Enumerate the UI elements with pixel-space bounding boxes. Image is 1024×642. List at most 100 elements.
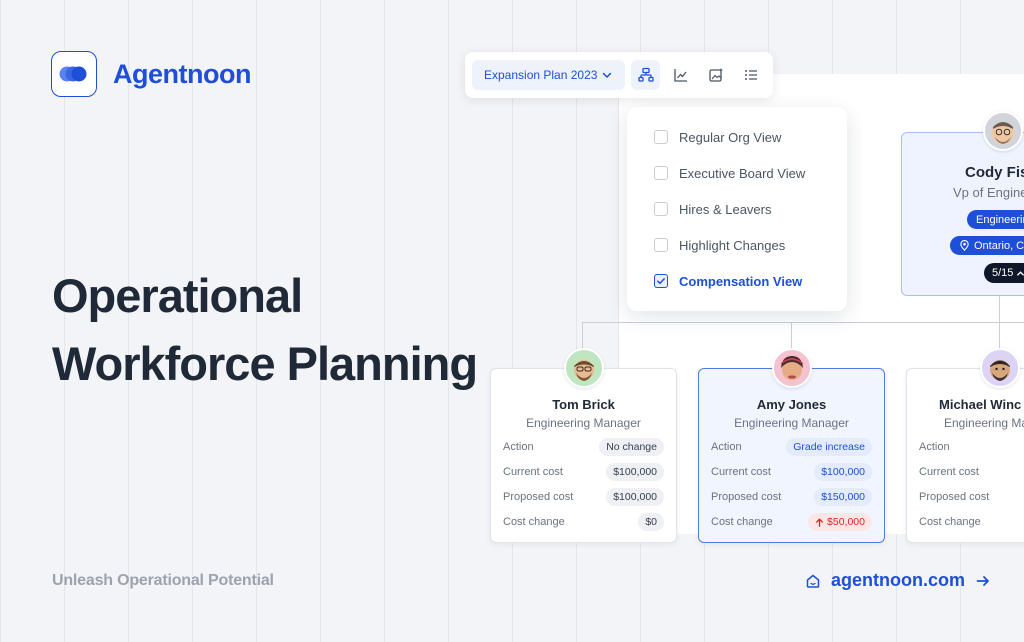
view-option-regular-org[interactable]: Regular Org View bbox=[627, 119, 847, 155]
location-badge: Ontario, Ca bbox=[950, 236, 1024, 255]
employee-name: Cody Fis bbox=[965, 164, 1024, 181]
proposed-cost-row: Proposed cost $150,000 bbox=[711, 487, 872, 507]
view-option-compensation[interactable]: Compensation View bbox=[627, 263, 847, 299]
site-link[interactable]: agentnoon.com bbox=[805, 570, 991, 591]
connector bbox=[582, 322, 1024, 323]
org-chart-icon bbox=[637, 67, 654, 82]
list-icon bbox=[745, 70, 758, 80]
employee-name: Michael Winc bbox=[939, 397, 1022, 412]
employee-name: Amy Jones bbox=[756, 397, 827, 412]
analytics-button[interactable] bbox=[666, 60, 695, 90]
employee-name: Tom Brick bbox=[552, 397, 615, 412]
action-row: Action No change bbox=[503, 437, 664, 457]
org-card-employee[interactable]: Tom Brick Engineering Manager Action No … bbox=[490, 368, 677, 543]
cost-value: $150,000 bbox=[814, 488, 872, 506]
headline: Operational Workforce Planning bbox=[52, 262, 478, 398]
sparkle-image-icon bbox=[709, 68, 724, 82]
cost-value: $50,000 bbox=[827, 516, 865, 528]
row-label: Action bbox=[919, 441, 950, 453]
avatar-memoji-icon bbox=[574, 360, 594, 381]
cost-value: $100,000 bbox=[606, 488, 664, 506]
proposed-cost-row: Proposed cost $ bbox=[919, 487, 1024, 507]
cost-value: $0 bbox=[638, 513, 664, 531]
brand: Agentnoon bbox=[51, 51, 251, 97]
org-card-employee[interactable]: Michael Winc Engineering Ma Action Curre… bbox=[906, 368, 1024, 543]
row-label: Current cost bbox=[919, 466, 979, 478]
view-option-executive-board[interactable]: Executive Board View bbox=[627, 155, 847, 191]
row-label: Cost change bbox=[919, 516, 981, 528]
view-option-hires-leavers[interactable]: Hires & Leavers bbox=[627, 191, 847, 227]
location-pin-icon bbox=[960, 240, 969, 251]
avatar bbox=[564, 348, 604, 388]
reports-counter-label: 5/15 bbox=[992, 267, 1014, 279]
avatar-memoji-icon bbox=[992, 122, 1014, 144]
employee-title: Engineering Manager bbox=[734, 416, 849, 430]
toolbar: Expansion Plan 2023 bbox=[465, 52, 773, 98]
cost-change-row: Cost change bbox=[919, 512, 1024, 532]
brand-name: Agentnoon bbox=[113, 58, 251, 89]
checkbox[interactable] bbox=[654, 202, 668, 216]
row-label: Proposed cost bbox=[711, 491, 782, 503]
org-card-executive[interactable]: Cody Fis Vp of Engine Engineerin Ontario… bbox=[901, 132, 1024, 296]
view-option-label: Hires & Leavers bbox=[679, 201, 772, 217]
avatar-memoji-icon bbox=[990, 360, 1010, 381]
row-label: Proposed cost bbox=[503, 491, 574, 503]
cost-change-badge: $50,000 bbox=[808, 513, 872, 531]
line-chart-icon bbox=[674, 69, 687, 82]
avatar bbox=[772, 348, 812, 388]
logo-icon bbox=[59, 66, 87, 82]
plan-select[interactable]: Expansion Plan 2023 bbox=[472, 60, 625, 90]
avatar bbox=[983, 111, 1023, 151]
current-cost-row: Current cost bbox=[919, 462, 1024, 482]
action-badge: Grade increase bbox=[786, 438, 872, 456]
headline-line-2: Workforce Planning bbox=[52, 337, 478, 390]
chevron-down-icon bbox=[602, 72, 612, 78]
arrow-right-icon bbox=[976, 575, 989, 586]
home-icon bbox=[806, 574, 820, 588]
current-cost-row: Current cost $100,000 bbox=[503, 462, 664, 482]
checkmark-icon bbox=[657, 278, 665, 285]
checkbox[interactable] bbox=[654, 166, 668, 180]
checkbox[interactable] bbox=[654, 130, 668, 144]
list-view-button[interactable] bbox=[737, 60, 766, 90]
view-option-highlight-changes[interactable]: Highlight Changes bbox=[627, 227, 847, 263]
avatar-memoji-icon bbox=[780, 356, 804, 380]
connector bbox=[999, 296, 1000, 352]
cost-change-row: Cost change $50,000 bbox=[711, 512, 872, 532]
scenario-button[interactable] bbox=[701, 60, 730, 90]
row-label: Cost change bbox=[503, 516, 565, 528]
headline-line-1: Operational bbox=[52, 269, 303, 322]
checkbox[interactable] bbox=[654, 238, 668, 252]
row-label: Current cost bbox=[711, 466, 771, 478]
chevron-up-icon bbox=[1017, 270, 1024, 276]
view-option-label: Executive Board View bbox=[679, 165, 806, 181]
plan-select-value: Expansion Plan 2023 bbox=[484, 68, 598, 82]
view-option-label: Compensation View bbox=[679, 273, 803, 289]
avatar bbox=[980, 348, 1020, 388]
org-card-employee-selected[interactable]: Amy Jones Engineering Manager Action Gra… bbox=[698, 368, 885, 543]
employee-title: Engineering Manager bbox=[526, 416, 641, 430]
action-badge: No change bbox=[599, 438, 664, 456]
cost-value: $100,000 bbox=[606, 463, 664, 481]
checkbox-checked[interactable] bbox=[654, 274, 668, 288]
current-cost-row: Current cost $100,000 bbox=[711, 462, 872, 482]
action-row: Action Grade increase bbox=[711, 437, 872, 457]
row-label: Cost change bbox=[711, 516, 773, 528]
view-option-label: Regular Org View bbox=[679, 129, 782, 145]
org-chart-button[interactable] bbox=[630, 60, 661, 90]
action-row: Action bbox=[919, 437, 1024, 457]
logo bbox=[51, 51, 97, 97]
department-badge: Engineerin bbox=[967, 210, 1024, 229]
proposed-cost-row: Proposed cost $100,000 bbox=[503, 487, 664, 507]
department-label: Engineerin bbox=[976, 213, 1024, 226]
reports-counter[interactable]: 5/15 bbox=[984, 263, 1024, 283]
row-label: Current cost bbox=[503, 466, 563, 478]
tagline: Unleash Operational Potential bbox=[52, 572, 274, 589]
location-label: Ontario, Ca bbox=[974, 239, 1024, 252]
row-label: Proposed cost bbox=[919, 491, 990, 503]
view-menu: Regular Org View Executive Board View Hi… bbox=[627, 107, 847, 311]
site-url: agentnoon.com bbox=[831, 570, 965, 590]
row-label: Action bbox=[503, 441, 534, 453]
cost-change-row: Cost change $0 bbox=[503, 512, 664, 532]
employee-title: Vp of Engine bbox=[953, 185, 1024, 200]
